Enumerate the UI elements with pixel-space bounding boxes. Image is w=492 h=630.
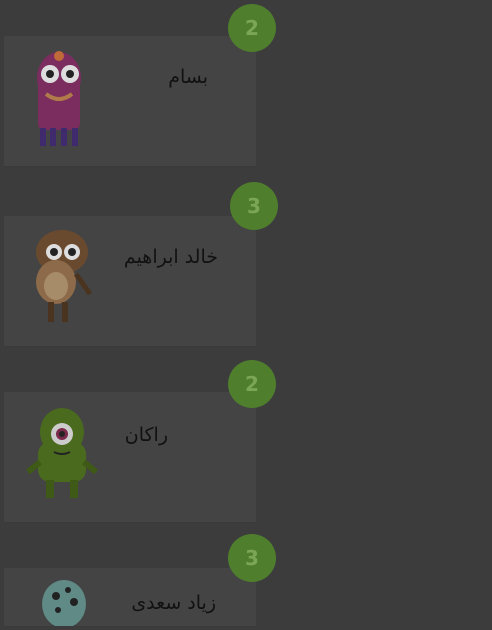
pink-monster-avatar-icon bbox=[24, 42, 94, 152]
teal-monster-avatar-icon bbox=[34, 574, 94, 630]
student-card-bassam[interactable]: بسام bbox=[4, 36, 256, 167]
hamster-monster-avatar-icon bbox=[26, 224, 98, 328]
student-card-khaled[interactable]: خالد ابراهيم bbox=[4, 216, 256, 347]
green-cyclops-monster-avatar-icon bbox=[26, 402, 98, 506]
student-name: راكان bbox=[124, 424, 168, 446]
student-name: زياد سعدى bbox=[131, 592, 216, 614]
points-badge: 3 bbox=[228, 534, 276, 582]
student-card-ziad[interactable]: زياد سعدى bbox=[4, 568, 256, 630]
student-name: خالد ابراهيم bbox=[123, 246, 218, 268]
points-badge: 2 bbox=[228, 360, 276, 408]
points-badge: 3 bbox=[230, 182, 278, 230]
points-badge: 2 bbox=[228, 4, 276, 52]
student-card-rakan[interactable]: راكان bbox=[4, 392, 256, 523]
student-name: بسام bbox=[168, 66, 208, 88]
student-list: بسام 2 خالد ابراهيم 3 راكان 2 زياد سعدى … bbox=[0, 0, 492, 630]
